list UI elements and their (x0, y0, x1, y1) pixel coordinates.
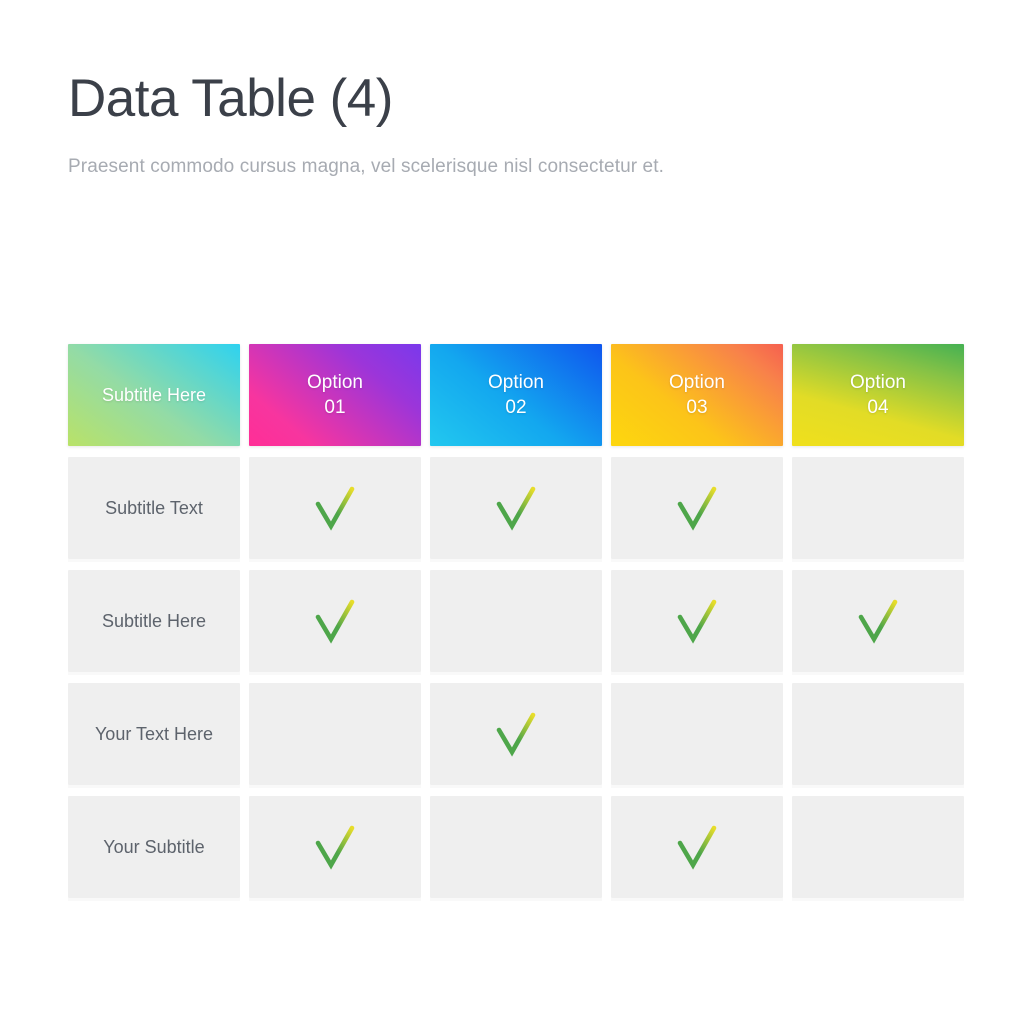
check-mark-icon (856, 484, 900, 532)
row-label-cell[interactable]: Subtitle Here (68, 570, 240, 672)
row-label-cell[interactable]: Your Subtitle (68, 796, 240, 898)
column-header-0[interactable]: Subtitle Here (68, 344, 240, 446)
data-cell[interactable] (249, 683, 421, 785)
data-cell[interactable] (249, 796, 421, 898)
data-cell[interactable] (430, 796, 602, 898)
data-cell[interactable] (792, 457, 964, 559)
table-row: Subtitle Here (68, 570, 964, 672)
check-mark-icon (313, 597, 357, 645)
row-label: Your Subtitle (103, 837, 205, 857)
row-label-cell[interactable]: Subtitle Text (68, 457, 240, 559)
column-header-label: Option 04 (850, 372, 906, 418)
column-header-label: Option 02 (488, 372, 544, 418)
table-header-row: Subtitle Here Option 01 Option 02 Option… (68, 344, 964, 446)
table-row: Your Text Here (68, 683, 964, 785)
column-header-label: Option 03 (669, 372, 725, 418)
column-header-3[interactable]: Option 03 (611, 344, 783, 446)
data-cell[interactable] (430, 457, 602, 559)
check-mark-icon (856, 710, 900, 758)
check-mark-icon (313, 484, 357, 532)
page-subtitle: Praesent commodo cursus magna, vel scele… (68, 156, 664, 177)
column-header-1[interactable]: Option 01 (249, 344, 421, 446)
data-cell[interactable] (792, 683, 964, 785)
check-mark-icon (675, 823, 719, 871)
column-header-label: Subtitle Here (101, 384, 207, 405)
row-label: Subtitle Here (101, 611, 207, 631)
data-cell[interactable] (611, 683, 783, 785)
row-label: Subtitle Text (105, 498, 203, 518)
check-mark-icon (856, 597, 900, 645)
data-cell[interactable] (249, 570, 421, 672)
data-cell[interactable] (792, 796, 964, 898)
column-header-2[interactable]: Option 02 (430, 344, 602, 446)
data-cell[interactable] (430, 570, 602, 672)
row-label: Your Text Here (94, 724, 214, 744)
check-mark-icon (675, 597, 719, 645)
check-mark-icon (494, 484, 538, 532)
check-mark-icon (313, 823, 357, 871)
column-header-label: Option 01 (307, 372, 363, 418)
data-cell[interactable] (611, 457, 783, 559)
check-mark-icon (675, 710, 719, 758)
check-mark-icon (494, 710, 538, 758)
check-mark-icon (313, 710, 357, 758)
data-cell[interactable] (611, 796, 783, 898)
page-title: Data Table (4) (68, 69, 393, 128)
data-cell[interactable] (792, 570, 964, 672)
row-label-cell[interactable]: Your Text Here (68, 683, 240, 785)
table-row: Your Subtitle (68, 796, 964, 898)
table-row: Subtitle Text (68, 457, 964, 559)
check-mark-icon (494, 823, 538, 871)
data-cell[interactable] (611, 570, 783, 672)
check-mark-icon (675, 484, 719, 532)
data-table: Subtitle Here Option 01 Option 02 Option… (68, 344, 964, 898)
data-cell[interactable] (249, 457, 421, 559)
slide-canvas: Data Table (4) Praesent commodo cursus m… (0, 0, 1024, 1024)
check-mark-icon (494, 597, 538, 645)
data-cell[interactable] (430, 683, 602, 785)
column-header-4[interactable]: Option 04 (792, 344, 964, 446)
check-mark-icon (856, 823, 900, 871)
heading-block: Data Table (4) Praesent commodo cursus m… (68, 68, 968, 180)
